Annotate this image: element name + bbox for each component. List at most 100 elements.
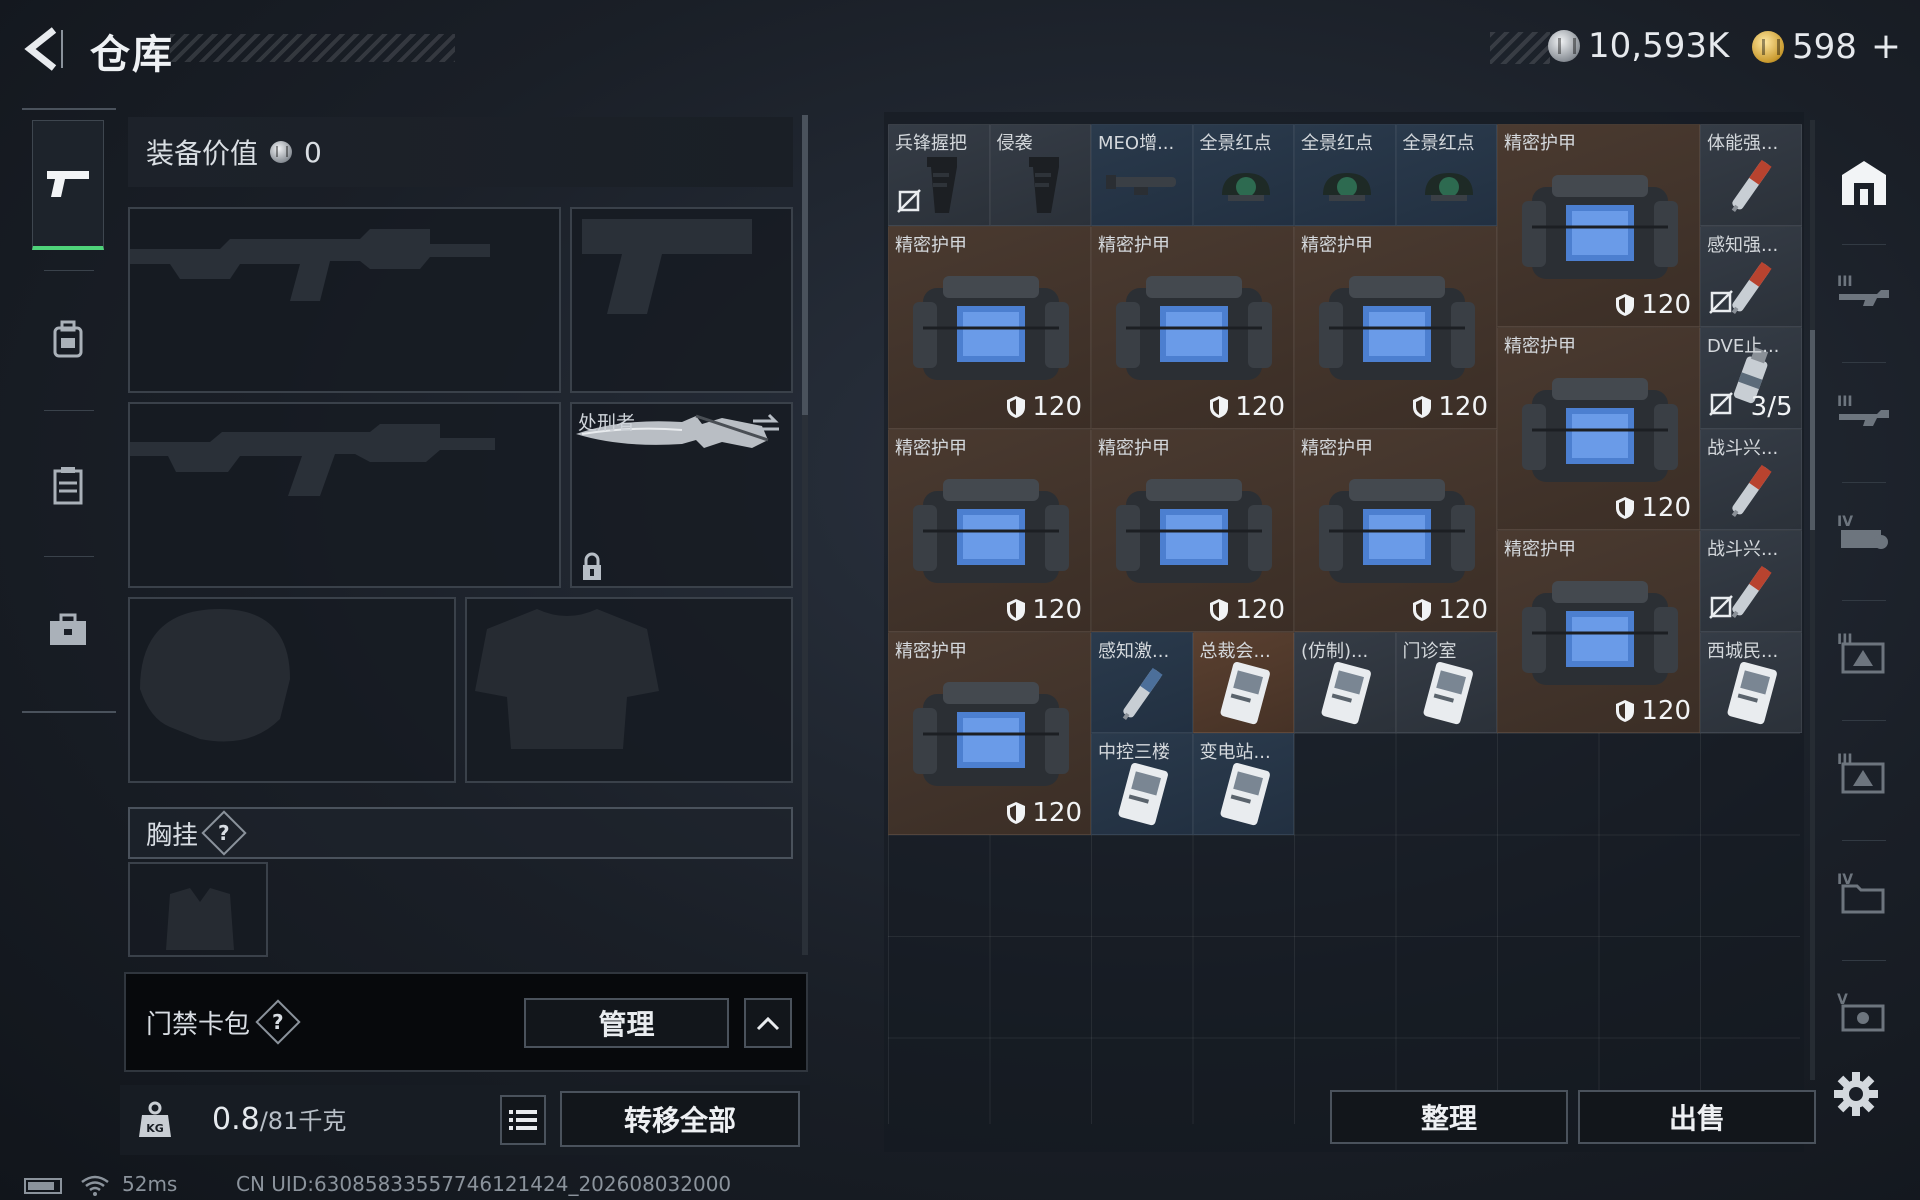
wifi-icon xyxy=(81,1175,109,1196)
rifle-rack-icon: III xyxy=(1837,394,1889,426)
storage-item[interactable]: 精密护甲 120 xyxy=(1497,327,1700,530)
storage-item[interactable]: 精密护甲 120 xyxy=(1091,428,1294,632)
weight-bar: KG 0.8/81千克 转移全部 xyxy=(120,1085,810,1155)
storage-item[interactable]: 门诊室 xyxy=(1395,631,1497,733)
pistol-silhouette-icon xyxy=(582,219,752,314)
storage-item[interactable]: DVE止... 3/5 xyxy=(1700,327,1802,429)
storage-item[interactable]: 感知强... xyxy=(1700,225,1802,327)
storage-item[interactable]: 西城民... xyxy=(1700,631,1802,733)
transfer-all-button[interactable]: 转移全部 xyxy=(560,1091,800,1147)
item-name: 体能强... xyxy=(1707,133,1779,154)
item-value-text: 120 xyxy=(1641,493,1691,523)
equipment-value-label: 装备价值 xyxy=(146,137,259,170)
storage-item[interactable]: 精密护甲 120 xyxy=(1497,530,1700,733)
sell-button[interactable]: 出售 xyxy=(1578,1090,1816,1144)
item-name: 精密护甲 xyxy=(895,640,967,662)
body-armor-slot[interactable] xyxy=(465,597,793,783)
item-name: 感知激... xyxy=(1098,640,1170,662)
storage-item[interactable]: 战斗兴... xyxy=(1700,428,1802,530)
storage-item[interactable]: 精密护甲 120 xyxy=(1294,225,1497,429)
storage-item[interactable]: 精密护甲 120 xyxy=(888,631,1091,835)
storage-item[interactable]: 全景红点 xyxy=(1294,124,1396,226)
tab-backpack[interactable] xyxy=(32,275,104,405)
nav-divider xyxy=(44,270,94,271)
tab-vest[interactable] xyxy=(32,420,104,550)
storage-item[interactable]: 感知激... xyxy=(1091,631,1193,733)
storage-item[interactable]: 侵袭 xyxy=(989,124,1091,226)
helmet-slot[interactable] xyxy=(128,597,456,783)
storage-tab-6[interactable]: III xyxy=(1834,742,1894,802)
storage-item[interactable]: 兵锋握把 xyxy=(888,124,990,226)
storage-tab-4[interactable]: IV xyxy=(1834,502,1894,562)
storage-home-tab[interactable] xyxy=(1834,152,1894,212)
chest-rig-slot[interactable] xyxy=(128,862,268,957)
item-value-text: 120 xyxy=(1438,391,1488,422)
storage-item[interactable]: 体能强... xyxy=(1700,124,1802,226)
add-currency-button[interactable]: + xyxy=(1871,26,1901,67)
chest-help-icon[interactable]: ? xyxy=(201,810,247,856)
user-id: CN UID:630858335577461214​24_20260803200… xyxy=(236,1172,732,1196)
right-category-nav: III III IV III III IV V xyxy=(1820,112,1908,1052)
secondary-weapon-slot[interactable] xyxy=(128,402,561,588)
storage-tab-5[interactable]: III xyxy=(1834,622,1894,682)
svg-text:III: III xyxy=(1837,274,1853,290)
rig-silhouette-icon xyxy=(166,888,234,950)
weight-readout: 0.8/81千克 xyxy=(212,1101,346,1137)
item-name: 精密护甲 xyxy=(1504,336,1576,357)
shield-icon xyxy=(1616,294,1635,316)
storage-item[interactable]: 精密护甲 120 xyxy=(1091,225,1294,429)
chevron-up-icon xyxy=(756,1016,780,1031)
storage-item[interactable]: 中控三楼 xyxy=(1091,733,1193,835)
storage-tab-2[interactable]: III xyxy=(1834,262,1894,322)
item-name: 精密护甲 xyxy=(1098,437,1170,459)
sort-button[interactable]: 整理 xyxy=(1330,1090,1568,1144)
shield-icon xyxy=(1007,395,1026,418)
storage-item[interactable]: 总裁会... xyxy=(1192,631,1294,733)
misc-box-icon: V xyxy=(1837,992,1885,1032)
storage-tab-3[interactable]: III xyxy=(1834,382,1894,442)
weight-max: /81千克 xyxy=(259,1107,347,1135)
storage-item[interactable]: MEO增... xyxy=(1091,124,1193,226)
storage-item[interactable]: 变电站... xyxy=(1192,733,1294,835)
warehouse-icon xyxy=(1842,161,1886,205)
storage-item[interactable]: 战斗兴... xyxy=(1700,530,1802,632)
equipment-scrollbar[interactable] xyxy=(802,115,808,955)
item-name: 精密护甲 xyxy=(1504,133,1576,154)
manage-button[interactable]: 管理 xyxy=(524,998,729,1048)
storage-item[interactable]: 全景红点 xyxy=(1192,124,1294,226)
list-icon xyxy=(509,1110,537,1130)
svg-text:III: III xyxy=(1837,394,1853,410)
collapse-button[interactable] xyxy=(744,998,792,1048)
backpack-icon xyxy=(53,320,83,358)
svg-text:III: III xyxy=(1837,632,1853,648)
storage-item[interactable]: 全景红点 xyxy=(1395,124,1497,226)
storage-item[interactable]: 精密护甲 120 xyxy=(888,428,1091,632)
item-name: MEO增... xyxy=(1098,133,1175,154)
pistol-slot[interactable] xyxy=(570,207,793,393)
storage-scrollbar[interactable] xyxy=(1810,120,1815,1080)
list-view-button[interactable] xyxy=(500,1095,546,1145)
item-name: 全景红点 xyxy=(1199,133,1272,154)
shield-icon xyxy=(1616,700,1635,722)
swap-icon[interactable] xyxy=(751,412,781,438)
tab-case[interactable] xyxy=(32,565,104,695)
storage-item[interactable]: (仿制)... xyxy=(1294,631,1396,733)
tab-weapons[interactable] xyxy=(32,120,104,250)
storage-item[interactable]: 精密护甲 120 xyxy=(888,225,1091,429)
settings-gear-icon[interactable] xyxy=(1832,1070,1884,1122)
weight-icon: KG xyxy=(132,1097,178,1143)
status-bar: 52ms CN UID:630858335577461214​24_202608… xyxy=(0,1170,1920,1200)
back-arrow-icon[interactable] xyxy=(20,24,70,78)
primary-weapon-slot[interactable] xyxy=(128,207,561,393)
storage-tab-8[interactable]: V xyxy=(1834,982,1894,1042)
keycard-help-icon[interactable]: ? xyxy=(255,999,301,1045)
storage-tab-7[interactable]: IV xyxy=(1834,862,1894,922)
silver-coin-icon xyxy=(1548,30,1580,62)
item-name: 全景红点 xyxy=(1402,133,1475,154)
nav-divider xyxy=(44,556,94,557)
storage-item[interactable]: 精密护甲 120 xyxy=(1497,124,1700,327)
melee-slot[interactable]: 处刑者 xyxy=(570,402,793,588)
storage-item[interactable]: 精密护甲 120 xyxy=(1294,428,1497,632)
armor-silhouette-icon xyxy=(475,609,659,749)
item-name: 门诊室 xyxy=(1402,640,1457,662)
